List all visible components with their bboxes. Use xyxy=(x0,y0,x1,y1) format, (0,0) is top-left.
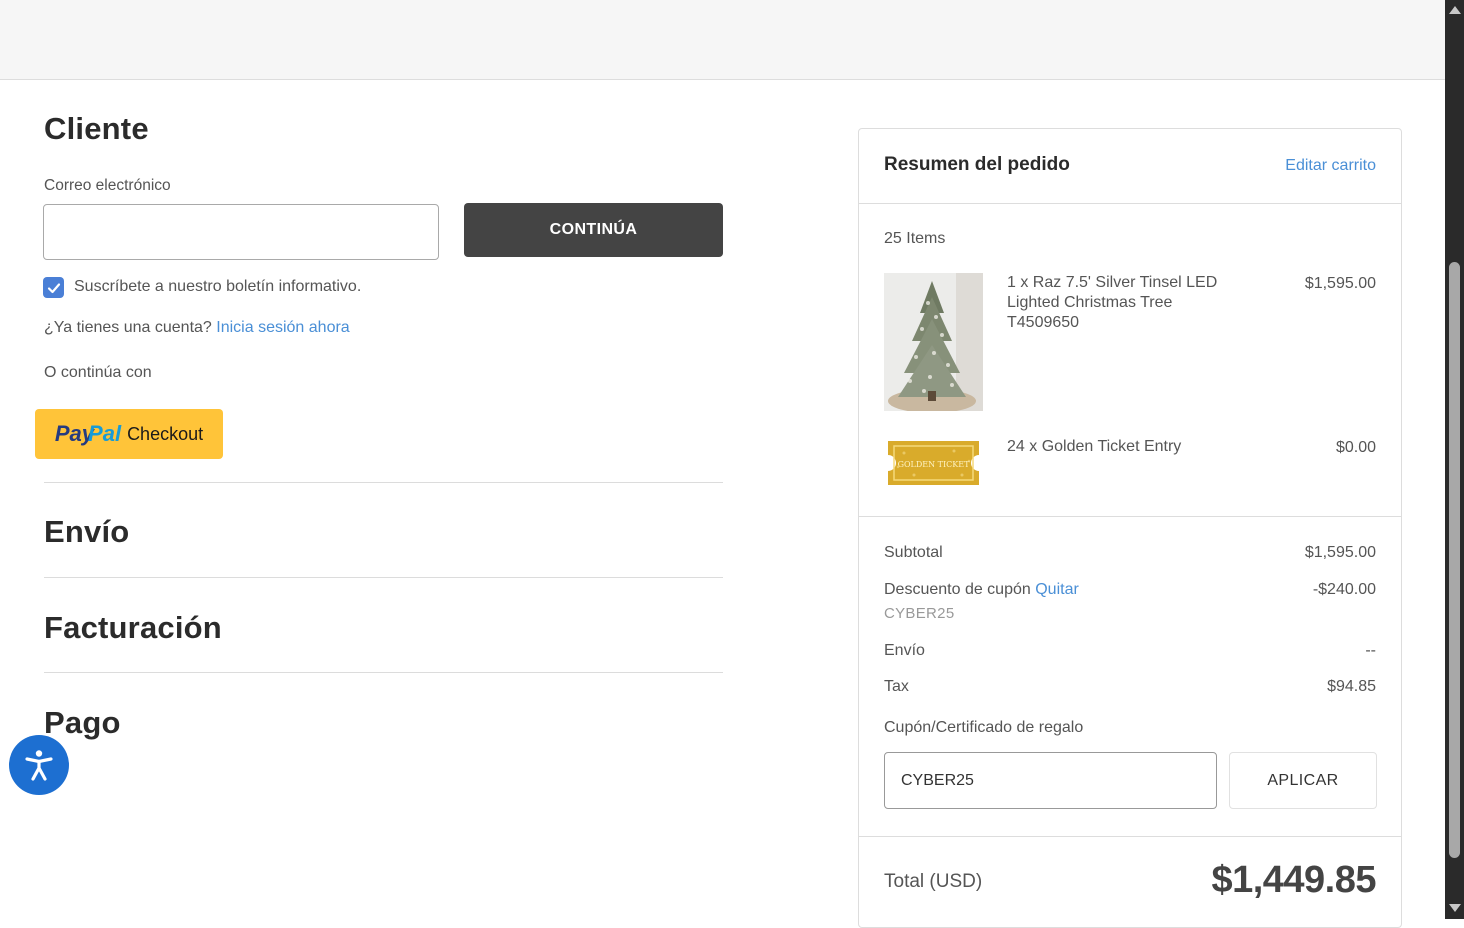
email-label: Correo electrónico xyxy=(44,177,171,194)
subscribe-checkbox[interactable] xyxy=(43,277,64,298)
paypal-checkout-button[interactable]: PayPal Checkout xyxy=(35,409,223,459)
applied-coupon-code: CYBER25 xyxy=(884,605,955,622)
total-label: Total (USD) xyxy=(884,871,983,892)
product-price: $1,595.00 xyxy=(1304,275,1376,292)
apply-coupon-button[interactable]: APLICAR xyxy=(1229,752,1377,809)
edit-cart-link[interactable]: Editar carrito xyxy=(1285,157,1376,175)
checkmark-icon xyxy=(47,282,60,293)
accessibility-button[interactable] xyxy=(9,735,69,795)
christmas-tree-image xyxy=(884,273,983,413)
subtotal-label: Subtotal xyxy=(884,544,943,561)
customer-section-title: Cliente xyxy=(44,111,149,146)
coupon-input[interactable] xyxy=(884,752,1217,809)
shipping-label: Envío xyxy=(884,642,925,659)
email-field[interactable] xyxy=(43,204,439,260)
product-name: 1 x Raz 7.5' Silver Tinsel LED Lighted C… xyxy=(1007,274,1218,331)
discount-label: Descuento de cupón xyxy=(884,581,1031,598)
continue-button[interactable]: CONTINÚA xyxy=(464,203,723,257)
order-summary: Resumen del pedido Editar carrito 25 Ite… xyxy=(858,128,1402,928)
tax-label: Tax xyxy=(884,678,909,695)
paypal-checkout-label: Checkout xyxy=(127,423,204,444)
items-count: 25 Items xyxy=(884,230,946,247)
summary-divider xyxy=(859,516,1401,517)
scroll-up-arrow-icon[interactable] xyxy=(1449,6,1461,14)
section-divider xyxy=(44,672,723,673)
section-divider xyxy=(44,577,723,578)
accessibility-icon xyxy=(25,750,53,781)
subtotal-value: $1,595.00 xyxy=(1304,544,1376,561)
golden-ticket-text: GOLDEN TICKET xyxy=(898,460,970,469)
summary-divider xyxy=(859,836,1401,837)
remove-coupon-link[interactable]: Quitar xyxy=(1035,581,1079,598)
billing-section-title[interactable]: Facturación xyxy=(44,610,222,646)
or-continue-text: O continúa con xyxy=(44,364,152,381)
page-scrollbar[interactable] xyxy=(1445,0,1464,919)
scroll-thumb[interactable] xyxy=(1449,262,1460,858)
scroll-down-arrow-icon[interactable] xyxy=(1449,904,1461,912)
signin-link[interactable]: Inicia sesión ahora xyxy=(216,319,349,336)
shipping-value: -- xyxy=(1365,642,1376,659)
paypal-logo-pal: Pal xyxy=(88,421,122,446)
total-value: $1,449.85 xyxy=(1211,859,1376,901)
golden-ticket-image: GOLDEN TICKET xyxy=(884,435,983,491)
section-divider xyxy=(44,482,723,483)
account-prompt-text: ¿Ya tienes una cuenta? xyxy=(44,319,212,336)
shipping-section-title[interactable]: Envío xyxy=(44,514,129,550)
tax-value: $94.85 xyxy=(1327,678,1376,695)
summary-divider xyxy=(859,203,1401,204)
account-prompt: ¿Ya tienes una cuenta? Inicia sesión aho… xyxy=(44,319,350,337)
discount-value: -$240.00 xyxy=(1312,581,1376,598)
subscribe-label: Suscríbete a nuestro boletín informativo… xyxy=(74,278,362,295)
discount-row: Descuento de cupón Quitar xyxy=(884,581,1079,599)
site-header-bar xyxy=(0,0,1445,80)
order-summary-title: Resumen del pedido xyxy=(884,154,1070,175)
coupon-field-label: Cupón/Certificado de regalo xyxy=(884,719,1084,736)
paypal-logo: PayPal xyxy=(55,421,121,447)
product-price: $0.00 xyxy=(1335,439,1376,456)
payment-section-title[interactable]: Pago xyxy=(44,705,121,741)
product-name: 24 x Golden Ticket Entry xyxy=(1007,438,1182,455)
